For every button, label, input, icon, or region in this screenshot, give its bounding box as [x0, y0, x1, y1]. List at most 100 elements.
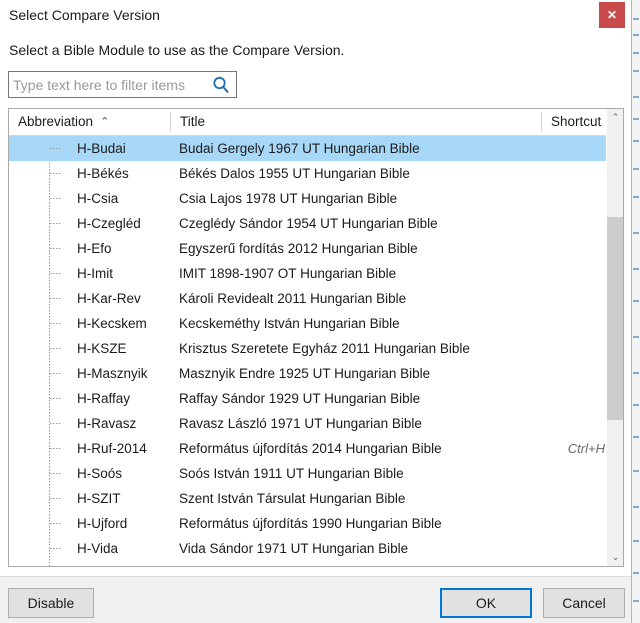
table-row[interactable]: H-Ruf-2014 Református újfordítás 2014 Hun…	[9, 436, 606, 461]
background-fleck	[633, 140, 639, 142]
cell-title: Békés Dalos 1955 UT Hungarian Bible	[179, 166, 410, 181]
background-fleck	[633, 268, 639, 270]
cell-abbreviation: H-Kar-Rev	[77, 291, 141, 306]
tree-connector-icon	[50, 198, 61, 199]
tree-connector-icon	[50, 548, 61, 549]
cell-abbreviation: H-KSZE	[77, 341, 127, 356]
table-row[interactable]: H-Ravasz Ravasz László 1971 UT Hungarian …	[9, 411, 606, 436]
background-fleck	[633, 196, 639, 198]
table-row[interactable]: H-SZIT Szent István Társulat Hungarian Bi…	[9, 486, 606, 511]
column-header-title-label: Title	[180, 114, 206, 129]
background-fleck	[633, 118, 639, 120]
instruction-text: Select a Bible Module to use as the Comp…	[9, 42, 345, 58]
table-row[interactable]: H-Efo Egyszerű fordítás 2012 Hungarian Bi…	[9, 236, 606, 261]
table-row[interactable]: H-Vida Vida Sándor 1971 UT Hungarian Bibl…	[9, 536, 606, 561]
tree-connector-icon	[50, 498, 61, 499]
table-row[interactable]: H-Kar-Rev Károli Revidealt 2011 Hungarian…	[9, 286, 606, 311]
close-icon[interactable]: ✕	[599, 2, 625, 28]
tree-connector-icon	[50, 148, 61, 149]
cell-title: Károli Revidealt 2011 Hungarian Bible	[179, 291, 407, 306]
table-row[interactable]: H-Masznyik Masznyik Endre 1925 UT Hungari…	[9, 361, 606, 386]
table-row[interactable]: H-KSZE Krisztus Szeretete Egyház 2011 Hun…	[9, 336, 606, 361]
tree-connector-icon	[50, 298, 61, 299]
module-list: Abbreviation ⌃ Title Shortcut H-Budai Buda…	[8, 108, 624, 567]
search-input[interactable]	[13, 72, 203, 97]
table-row[interactable]: H-Békés Békés Dalos 1955 UT Hungarian Bib…	[9, 161, 606, 186]
cell-abbreviation: H-Budai	[77, 141, 126, 156]
cell-abbreviation: H-Czegléd	[77, 216, 141, 231]
cell-title: Budai Gergely 1967 UT Hungarian Bible	[179, 141, 420, 156]
tree-connector-icon	[50, 473, 61, 474]
table-row[interactable]: H-Czegléd Czeglédy Sándor 1954 UT Hungari…	[9, 211, 606, 236]
background-fleck	[633, 300, 639, 302]
list-header-row: Abbreviation ⌃ Title Shortcut	[9, 109, 623, 136]
background-fleck	[633, 540, 639, 542]
list-rows-viewport: H-Budai Budai Gergely 1967 UT Hungarian B…	[9, 136, 606, 566]
dialog-title: Select Compare Version	[9, 7, 160, 23]
table-row[interactable]: H-Ujford Református újfordítás 1990 Hunga…	[9, 511, 606, 536]
background-fleck	[633, 96, 639, 98]
cell-abbreviation: H-Soós	[77, 466, 123, 481]
column-header-abbreviation[interactable]: Abbreviation ⌃	[9, 109, 170, 135]
column-header-shortcut-label: Shortcut	[551, 114, 602, 129]
tree-connector-icon	[50, 373, 61, 374]
column-divider[interactable]	[623, 112, 624, 132]
tree-connector-icon	[50, 448, 61, 449]
table-row[interactable]: H-Raffay Raffay Sándor 1929 UT Hungarian …	[9, 386, 606, 411]
background-fleck	[633, 506, 639, 508]
background-fleck	[633, 600, 639, 602]
scroll-down-icon[interactable]: ⌄	[607, 549, 623, 566]
background-app-strip	[632, 0, 640, 623]
cell-title: Masznyik Endre 1925 UT Hungarian Bible	[179, 366, 431, 381]
table-row[interactable]: H-Imit IMIT 1898-1907 OT Hungarian Bible	[9, 261, 606, 286]
column-header-title[interactable]: Title	[171, 109, 541, 135]
dialog-titlebar: Select Compare Version ✕	[0, 0, 631, 30]
background-fleck	[633, 52, 639, 54]
tree-connector-icon	[50, 223, 61, 224]
cell-title: Kecskeméthy István Hungarian Bible	[179, 316, 400, 331]
cell-abbreviation: H-Ruf-2014	[77, 441, 147, 456]
cell-abbreviation: H-Békés	[77, 166, 129, 181]
tree-connector-icon	[50, 248, 61, 249]
cell-abbreviation: H-Ujford	[77, 516, 128, 531]
background-fleck	[633, 232, 639, 234]
column-header-abbreviation-label: Abbreviation	[18, 114, 94, 129]
sort-ascending-icon: ⌃	[100, 116, 110, 128]
ok-button[interactable]: OK	[440, 588, 532, 618]
table-row[interactable]: H-Kecskem Kecskeméthy István Hungarian Bi…	[9, 311, 606, 336]
background-fleck	[633, 436, 639, 438]
disable-button[interactable]: Disable	[8, 588, 94, 618]
cell-title: Református újfordítás 1990 Hungarian Bib…	[179, 516, 442, 531]
select-compare-version-dialog: Select Compare Version ✕ Select a Bible …	[0, 0, 632, 623]
cell-title: Soós István 1911 UT Hungarian Bible	[179, 466, 404, 481]
tree-connector-icon	[50, 423, 61, 424]
tree-connector-icon	[50, 398, 61, 399]
tree-connector-icon	[50, 523, 61, 524]
table-row[interactable]: H-Budai Budai Gergely 1967 UT Hungarian B…	[9, 136, 606, 161]
scrollbar-thumb[interactable]	[607, 217, 623, 420]
cell-title: Református újfordítás 2014 Hungarian Bib…	[179, 441, 442, 456]
cell-title: Czeglédy Sándor 1954 UT Hungarian Bible	[179, 216, 438, 231]
cell-abbreviation: H-Masznyik	[77, 366, 148, 381]
cell-title: Szent István Társulat Hungarian Bible	[179, 491, 406, 506]
filter-box[interactable]	[8, 71, 237, 98]
cell-abbreviation: H-Csia	[77, 191, 119, 206]
cell-title: Ravasz László 1971 UT Hungarian Bible	[179, 416, 422, 431]
background-fleck	[633, 404, 639, 406]
scroll-up-icon[interactable]: ⌃	[607, 109, 623, 126]
background-fleck	[633, 572, 639, 574]
background-fleck	[633, 470, 639, 472]
cell-shortcut: Ctrl+H	[567, 441, 605, 456]
search-icon[interactable]	[211, 75, 231, 95]
tree-connector-icon	[50, 348, 61, 349]
table-row[interactable]: H-Csia Csia Lajos 1978 UT Hungarian Bible	[9, 186, 606, 211]
cancel-button[interactable]: Cancel	[543, 588, 625, 618]
dialog-footer: Disable OK Cancel	[0, 576, 631, 623]
list-vertical-scrollbar[interactable]: ⌃ ⌄	[606, 109, 623, 566]
tree-connector-icon	[50, 173, 61, 174]
tree-connector-icon	[50, 273, 61, 274]
background-fleck	[633, 372, 639, 374]
list-rows: H-Budai Budai Gergely 1967 UT Hungarian B…	[9, 136, 606, 561]
table-row[interactable]: H-Soós Soós István 1911 UT Hungarian Bibl…	[9, 461, 606, 486]
background-fleck	[633, 336, 639, 338]
